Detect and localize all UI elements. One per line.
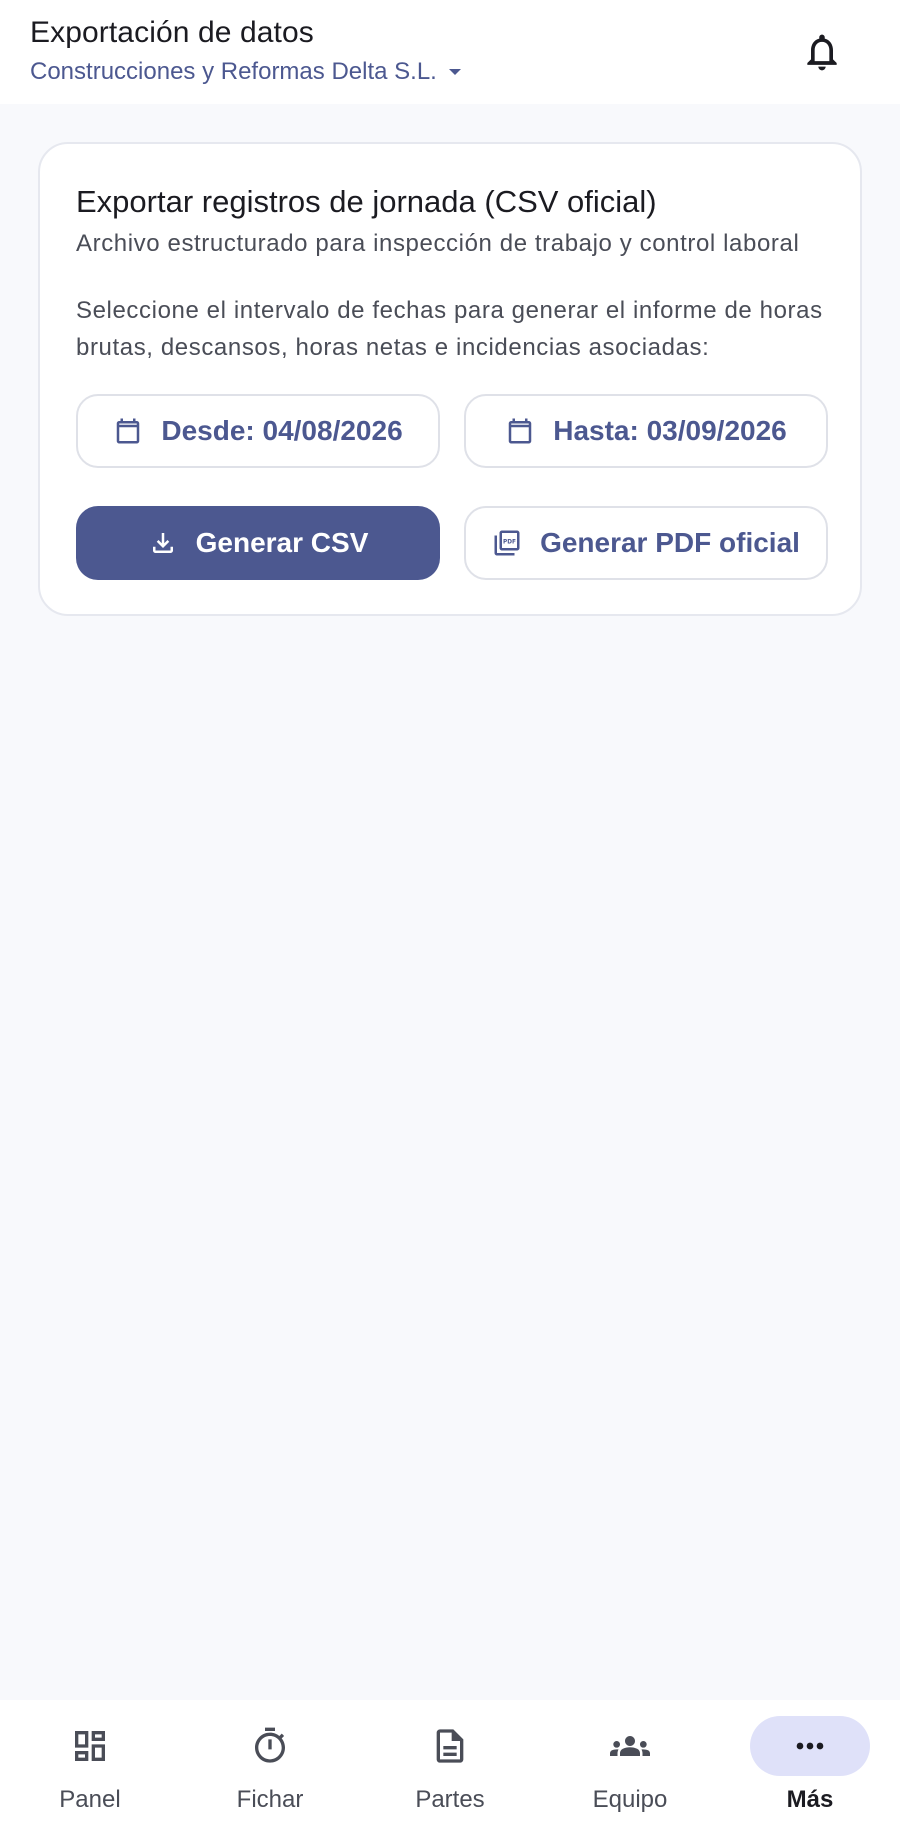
bottom-navigation: Panel Fichar Partes Equipo Más	[0, 1700, 900, 1828]
download-icon	[152, 533, 173, 553]
generate-pdf-label: Generar PDF oficial	[540, 527, 800, 558]
nav-item-fichar[interactable]: Fichar	[180, 1700, 360, 1828]
calendar-icon	[117, 418, 140, 444]
date-to-label: Hasta: 03/09/2026	[553, 415, 787, 446]
dashboard-icon	[75, 1731, 105, 1761]
nav-item-panel[interactable]: Panel	[0, 1700, 180, 1828]
card-description: Seleccione el intervalo de fechas para g…	[76, 297, 823, 361]
page-title: Exportación de datos	[30, 16, 314, 49]
date-from-button[interactable]: Desde: 04/08/2026	[76, 394, 440, 468]
dropdown-arrow-icon	[448, 69, 461, 75]
nav-icon-container	[210, 1716, 330, 1776]
more-horizontal-icon	[796, 1742, 824, 1750]
nav-label-mas: Más	[786, 1786, 834, 1813]
nav-label-equipo: Equipo	[592, 1786, 668, 1813]
generate-pdf-button[interactable]: PDF Generar PDF oficial	[464, 506, 828, 580]
svg-text:PDF: PDF	[503, 540, 516, 546]
nav-icon-container	[390, 1716, 510, 1776]
company-selector[interactable]: Construcciones y Reformas Delta S.L.	[30, 58, 465, 86]
card-subtitle: Archivo estructurado para inspección de …	[76, 230, 800, 257]
nav-label-panel: Panel	[59, 1786, 121, 1813]
nav-icon-container	[30, 1716, 150, 1776]
nav-item-equipo[interactable]: Equipo	[540, 1700, 720, 1828]
notifications-bell-icon[interactable]	[800, 30, 844, 74]
nav-item-mas[interactable]: Más	[720, 1700, 900, 1828]
nav-icon-container	[570, 1716, 690, 1776]
date-from-label: Desde: 04/08/2026	[161, 415, 403, 446]
group-icon	[610, 1736, 650, 1756]
card-heading: Exportar registros de jornada (CSV ofici…	[76, 184, 657, 219]
pdf-icon: PDF	[494, 530, 520, 556]
document-icon	[436, 1729, 464, 1763]
nav-icon-container-active	[750, 1716, 870, 1776]
date-to-button[interactable]: Hasta: 03/09/2026	[464, 394, 828, 468]
generate-csv-label: Generar CSV	[195, 527, 369, 558]
app-root: Exportación de datos Construcciones y Re…	[0, 0, 900, 1828]
timer-icon	[255, 1727, 285, 1763]
export-card: Exportar registros de jornada (CSV ofici…	[38, 142, 862, 616]
nav-label-partes: Partes	[415, 1786, 485, 1813]
calendar-icon	[508, 418, 532, 444]
generate-csv-button[interactable]: Generar CSV	[76, 506, 440, 580]
nav-item-partes[interactable]: Partes	[360, 1700, 540, 1828]
top-app-bar: Exportación de datos Construcciones y Re…	[0, 0, 900, 104]
company-name: Construcciones y Reformas Delta S.L.	[30, 58, 437, 85]
nav-label-fichar: Fichar	[236, 1786, 304, 1813]
